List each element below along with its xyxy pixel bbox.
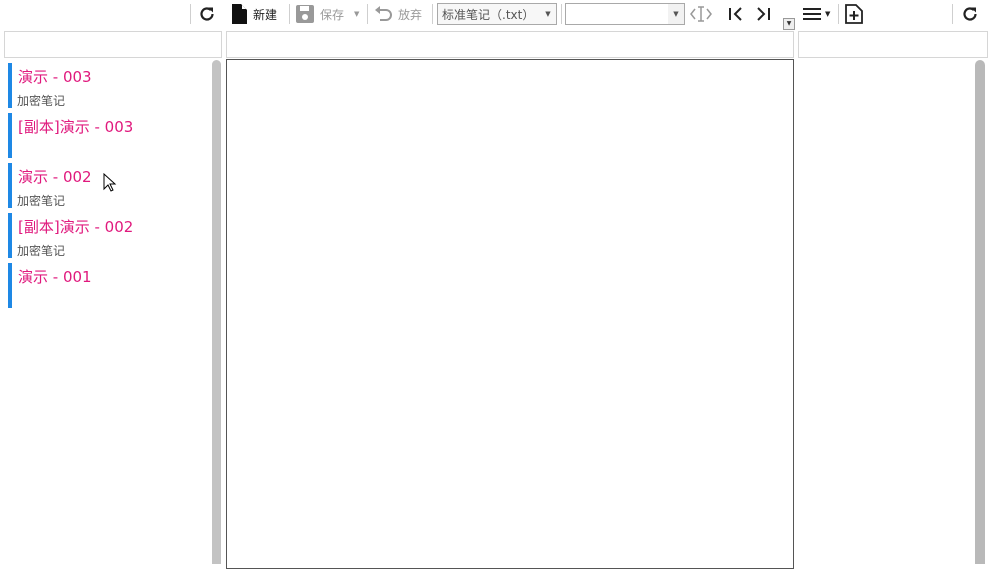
accent-bar <box>8 113 12 158</box>
list-item[interactable]: [副本]演示 - 003 <box>8 113 208 158</box>
chevron-down-icon: ▼ <box>545 10 551 18</box>
list-item[interactable]: 演示 - 001 <box>8 263 208 308</box>
note-subtitle: 加密笔记 <box>17 94 66 108</box>
note-title: 演示 - 002 <box>18 168 92 186</box>
toolbar-separator <box>367 4 368 24</box>
accent-bar <box>8 163 12 208</box>
chevron-down-icon: ▼ <box>668 4 684 24</box>
add-file-button[interactable] <box>845 3 863 25</box>
note-type-select[interactable]: 标准笔记（.txt） ▼ <box>437 3 557 25</box>
undo-icon <box>374 5 394 23</box>
last-icon <box>755 6 771 22</box>
first-button[interactable] <box>728 3 744 25</box>
right-panel <box>798 59 975 564</box>
save-icon <box>296 5 314 23</box>
list-item[interactable]: 演示 - 003 加密笔记 <box>8 63 208 108</box>
note-list: 演示 - 003 加密笔记 [副本]演示 - 003 演示 - 002 加密笔记… <box>0 60 212 564</box>
last-button[interactable] <box>755 3 771 25</box>
toolbar: 新建 保存 ▼ 放弃 标准笔记（.txt） ▼ ▼ ▼ ▼ <box>0 0 990 30</box>
note-subtitle: 加密笔记 <box>17 244 66 258</box>
note-editor[interactable] <box>226 59 794 569</box>
toolbar-separator <box>952 4 953 24</box>
save-button-label: 保存 <box>320 7 345 22</box>
toolbar-overflow-button[interactable]: ▼ <box>783 18 795 30</box>
note-type-value: 标准笔记（.txt） <box>442 7 535 22</box>
mouse-pointer-icon <box>103 172 117 197</box>
toolbar-separator <box>561 4 562 24</box>
first-icon <box>728 6 744 22</box>
refresh-icon <box>961 5 979 23</box>
list-item[interactable]: [副本]演示 - 002 加密笔记 <box>8 213 208 258</box>
toolbar-separator <box>432 4 433 24</box>
new-file-icon <box>231 4 247 24</box>
accent-bar <box>8 263 12 308</box>
chevron-down-icon[interactable]: ▼ <box>354 10 359 18</box>
discard-button[interactable]: 放弃 <box>374 3 422 25</box>
refresh-right-button[interactable] <box>961 3 979 25</box>
second-select[interactable]: ▼ <box>565 3 685 25</box>
toolbar-separator <box>838 4 839 24</box>
add-file-icon <box>845 4 863 24</box>
right-panel-scrollbar[interactable] <box>975 60 985 564</box>
accent-bar <box>8 213 12 258</box>
refresh-icon <box>198 5 216 23</box>
left-filter-input[interactable] <box>4 31 222 58</box>
save-button[interactable]: 保存 ▼ <box>296 3 359 25</box>
toolbar-separator <box>289 4 290 24</box>
text-cursor-button[interactable] <box>690 3 712 25</box>
accent-bar <box>8 63 12 108</box>
text-cursor-icon <box>690 5 712 23</box>
middle-filter-input[interactable] <box>226 31 794 58</box>
note-title: 演示 - 001 <box>18 268 92 286</box>
new-button[interactable]: 新建 <box>231 3 277 25</box>
menu-button[interactable]: ▼ <box>803 3 830 25</box>
note-title: [副本]演示 - 003 <box>18 118 134 136</box>
menu-icon <box>803 6 823 22</box>
note-title: [副本]演示 - 002 <box>18 218 134 236</box>
note-list-scrollbar[interactable] <box>212 60 221 564</box>
chevron-down-icon: ▼ <box>825 10 831 18</box>
discard-button-label: 放弃 <box>398 7 423 22</box>
refresh-button[interactable] <box>198 3 216 25</box>
note-title: 演示 - 003 <box>18 68 92 86</box>
new-button-label: 新建 <box>253 7 278 22</box>
right-filter-input[interactable] <box>798 31 988 58</box>
toolbar-separator <box>190 4 191 24</box>
note-subtitle: 加密笔记 <box>17 194 66 208</box>
